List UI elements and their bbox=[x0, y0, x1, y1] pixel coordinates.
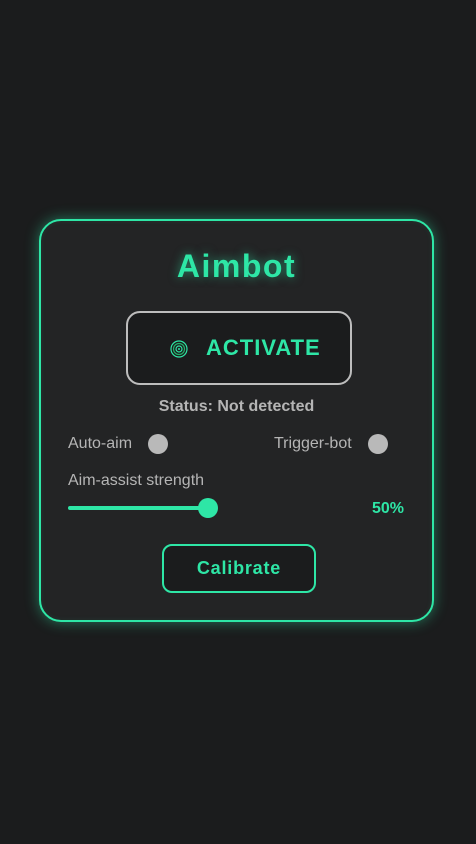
aim-assist-label: Aim-assist strength bbox=[68, 472, 205, 489]
calibrate-button[interactable]: Calibrate bbox=[162, 544, 316, 593]
auto-aim-label: Auto-aim bbox=[68, 435, 133, 452]
trigger-bot-label: Trigger-bot bbox=[274, 435, 352, 452]
trigger-bot-toggle[interactable] bbox=[368, 434, 388, 454]
auto-aim-toggle[interactable] bbox=[148, 434, 168, 454]
activate-button[interactable]: ACTIVATE bbox=[126, 311, 352, 385]
activate-label: ACTIVATE bbox=[206, 335, 321, 360]
panel-title: Aimbot bbox=[176, 248, 297, 284]
aim-assist-value: 50% bbox=[371, 500, 404, 517]
slider-thumb[interactable] bbox=[198, 498, 218, 518]
aimbot-panel: Aimbot ACTIVATE Status: Not detected Aut… bbox=[39, 219, 434, 622]
slider-track-fill bbox=[68, 506, 208, 510]
aim-assist-slider[interactable] bbox=[68, 497, 348, 519]
fingerprint-icon bbox=[170, 340, 188, 358]
status-text: Status: Not detected bbox=[158, 398, 315, 415]
